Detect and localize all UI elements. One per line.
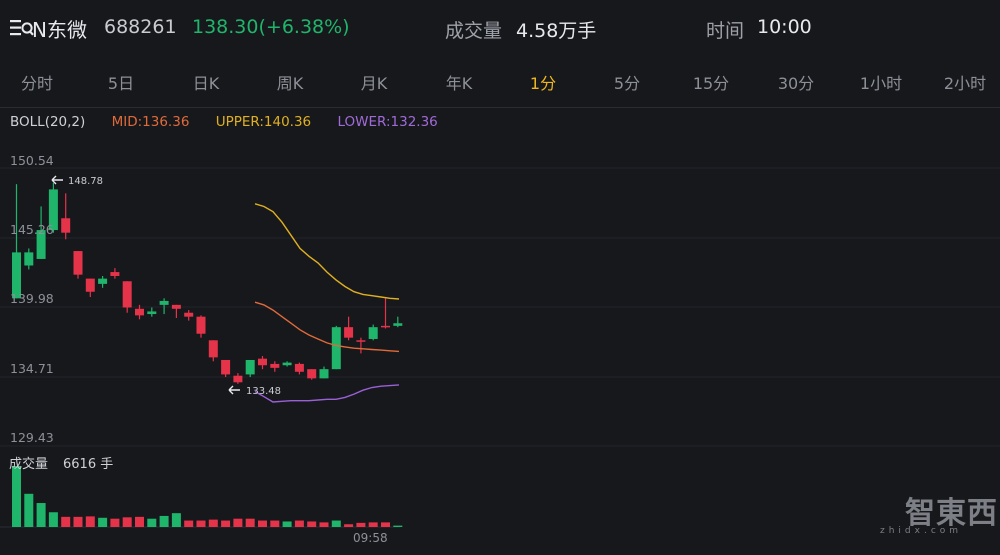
candle-body [147,311,157,315]
candle-body [381,325,390,328]
volume-bar [294,520,304,527]
volume-bar [282,521,292,527]
volume-bar [48,512,58,527]
candle-body [24,252,34,266]
candle-body [307,369,317,379]
volume-bar [98,517,108,527]
volume-bar [307,521,317,527]
candle-body [61,218,71,233]
candle-body [98,278,108,284]
candle-body [208,340,218,358]
candle-body [344,327,354,338]
volume-bar [319,522,329,527]
volume-panel-title: 成交量 [9,457,49,472]
volume-bar [171,513,181,527]
y-tick-label: 134.71 [10,361,54,376]
high-price-label: 148.78 [68,176,103,187]
boll-mid-line [254,301,400,353]
arrow-left-icon [228,385,240,395]
arrow-left-icon [51,175,63,185]
volume-bar [122,517,132,527]
candle-body [171,304,181,309]
candle-body [122,281,132,308]
volume-bar [208,519,218,527]
candle-body [356,340,366,342]
watermark-text: zhidx.com [880,526,963,536]
y-tick-label: 129.43 [10,430,54,445]
candle-body [85,278,95,292]
candle-body [184,312,194,317]
candle-body [368,327,378,339]
kline-chart[interactable]: 148.78 133.48 [0,0,1000,555]
volume-bar [356,522,366,527]
volume-bar [12,466,21,527]
volume-bar [270,520,280,527]
candle-body [135,308,144,316]
volume-bar [258,520,267,527]
volume-bar [221,520,231,527]
candle-body [110,272,120,276]
volume-bar [36,503,46,527]
low-price-label: 133.48 [246,386,281,397]
volume-bar [159,515,169,527]
volume-bar [147,518,157,527]
candle-body [282,362,292,366]
candle-body [233,375,243,383]
candle-body [258,358,267,366]
candle-body [73,251,83,275]
candle-body [196,316,206,334]
boll-upper-line [254,203,400,300]
volume-bar [110,518,120,527]
y-tick-label: 145.26 [10,222,54,237]
volume-bar [85,516,95,527]
volume-bar [331,520,341,527]
volume-bar [344,524,354,527]
volume-bar [135,516,144,527]
volume-bar [233,518,243,527]
candle-body [393,323,403,326]
volume-panel-value: 6616 手 [63,457,114,472]
candle-body [159,300,169,305]
candle-body [270,363,280,368]
time-axis-label: 09:58 [353,531,388,545]
y-tick-label: 150.54 [10,153,54,168]
volume-bar [368,522,378,527]
volume-bar [184,520,194,527]
volume-bar [24,493,34,527]
candle-body [331,327,341,370]
volume-bar [73,516,83,527]
volume-bar [61,516,71,527]
candle-body [319,369,329,379]
candle-body [294,363,304,372]
volume-bar [381,522,390,527]
volume-bar [245,518,255,527]
volume-bar [393,525,403,527]
y-tick-label: 139.98 [10,291,54,306]
candle-body [221,359,231,375]
volume-bar [196,520,206,527]
candle-body [245,359,255,375]
